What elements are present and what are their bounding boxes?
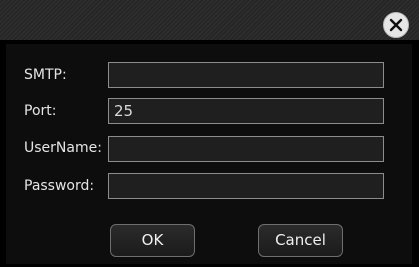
smtp-input[interactable] bbox=[108, 62, 384, 88]
password-input[interactable] bbox=[108, 173, 384, 199]
username-input[interactable] bbox=[108, 136, 384, 162]
smtp-label: SMTP: bbox=[24, 67, 67, 83]
username-label: UserName: bbox=[24, 140, 102, 156]
password-label: Password: bbox=[24, 178, 95, 194]
cancel-button[interactable]: Cancel bbox=[258, 224, 343, 257]
close-button[interactable] bbox=[383, 12, 409, 38]
port-input[interactable]: 25 bbox=[108, 98, 384, 124]
ok-button[interactable]: OK bbox=[110, 224, 195, 257]
email-settings-dialog: SMTP: Port: 25 UserName: Password: OK Ca… bbox=[0, 0, 419, 267]
dialog-title-bar bbox=[0, 0, 419, 40]
port-label: Port: bbox=[24, 103, 57, 119]
close-icon bbox=[389, 18, 403, 32]
